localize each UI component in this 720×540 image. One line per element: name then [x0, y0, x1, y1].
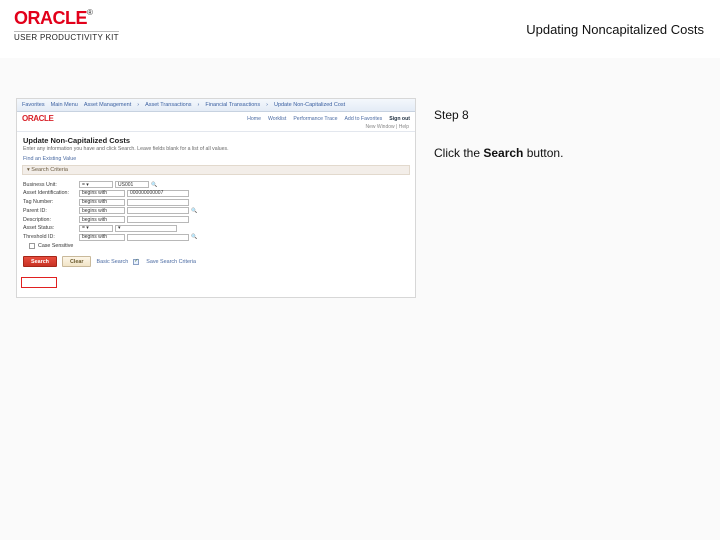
lookup-icon[interactable]: 🔍 — [191, 208, 197, 214]
field-row-description: Description: begins with — [23, 216, 409, 223]
field-row-tag-number: Tag Number: begins with — [23, 199, 409, 206]
find-existing-link[interactable]: Find an Existing Value — [17, 155, 82, 165]
doc-header: ORACLE® USER PRODUCTIVITY KIT Updating N… — [0, 0, 720, 58]
input-business-unit[interactable]: US001 — [115, 181, 149, 188]
input-tag-number[interactable] — [127, 199, 189, 206]
breadcrumb-item[interactable]: Asset Transactions — [145, 102, 191, 108]
lookup-icon[interactable]: 🔍 — [151, 182, 157, 188]
label-business-unit: Business Unit: — [23, 182, 79, 188]
input-asset-id[interactable]: 000000000007 — [127, 190, 189, 197]
checkbox-case-sensitive[interactable]: Case Sensitive — [29, 243, 73, 249]
field-row-business-unit: Business Unit: = ▾ US001 🔍 — [23, 181, 409, 188]
search-button[interactable]: Search — [23, 256, 57, 267]
op-asset-id[interactable]: begins with — [79, 190, 125, 197]
op-threshold-id[interactable]: begins with — [79, 234, 125, 241]
op-business-unit[interactable]: = ▾ — [79, 181, 113, 188]
basic-search-link[interactable]: Basic Search — [96, 259, 128, 265]
app-page-title: Update Non-Capitalized Costs — [17, 132, 415, 146]
search-form: Business Unit: = ▾ US001 🔍 Asset Identif… — [17, 179, 415, 252]
top-link-worklist[interactable]: Worklist — [268, 116, 286, 122]
breadcrumb-item[interactable]: Main Menu — [51, 102, 78, 108]
label-description: Description: — [23, 217, 79, 223]
instruction-panel: Step 8 Click the Search button. — [434, 98, 563, 162]
input-threshold-id[interactable] — [127, 234, 189, 241]
app-header-bar: ORACLE Home Worklist Performance Trace A… — [17, 112, 415, 123]
trademark-symbol: ® — [87, 8, 93, 17]
instruction-suffix: button. — [523, 146, 563, 160]
product-line-label: USER PRODUCTIVITY KIT — [14, 31, 119, 42]
op-asset-status[interactable]: = ▾ — [79, 225, 113, 232]
breadcrumb-item[interactable]: Update Non-Capitalized Cost — [274, 102, 345, 108]
content-row: Favorites Main Menu Asset Management › A… — [0, 98, 720, 298]
label-threshold-id: Threshold ID: — [23, 234, 79, 240]
breadcrumb-item[interactable]: Financial Transactions — [205, 102, 260, 108]
label-asset-status: Asset Status: — [23, 225, 79, 231]
signout-link[interactable]: Sign out — [389, 116, 410, 122]
breadcrumb-item[interactable]: Favorites — [22, 102, 45, 108]
form-actions: Search Clear Basic Search Save Search Cr… — [17, 252, 415, 271]
clear-button[interactable]: Clear — [62, 256, 92, 267]
op-parent-id[interactable]: begins with — [79, 207, 125, 214]
field-row-threshold-id: Threshold ID: begins with 🔍 — [23, 234, 409, 241]
input-description[interactable] — [127, 216, 189, 223]
instruction-text: Click the Search button. — [434, 144, 563, 162]
label-parent-id: Parent ID: — [23, 208, 79, 214]
op-description[interactable]: begins with — [79, 216, 125, 223]
label-case-sensitive: Case Sensitive — [38, 243, 73, 249]
label-asset-id: Asset Identification: — [23, 190, 79, 196]
breadcrumb-item[interactable]: Asset Management — [84, 102, 131, 108]
label-tag-number: Tag Number: — [23, 199, 79, 205]
app-logo: ORACLE — [22, 114, 53, 123]
top-link-favorites[interactable]: Add to Favorites — [344, 116, 382, 122]
field-row-parent-id: Parent ID: begins with 🔍 — [23, 207, 409, 214]
search-criteria-header[interactable]: ▾ Search Criteria — [22, 165, 410, 175]
field-row-asset-id: Asset Identification: begins with 000000… — [23, 190, 409, 197]
lookup-icon[interactable]: 🔍 — [191, 234, 197, 240]
window-help-bar[interactable]: New Window | Help — [17, 123, 415, 132]
save-search-criteria-link[interactable]: Save Search Criteria — [146, 259, 196, 265]
top-link-home[interactable]: Home — [247, 116, 261, 122]
oracle-logo: ORACLE® USER PRODUCTIVITY KIT — [14, 8, 119, 42]
document-title: Updating Noncapitalized Costs — [526, 22, 704, 37]
input-asset-status[interactable]: ▾ — [115, 225, 177, 232]
field-row-case-sensitive: Case Sensitive — [23, 243, 409, 249]
app-screenshot: Favorites Main Menu Asset Management › A… — [16, 98, 416, 298]
highlight-box — [21, 277, 57, 288]
app-top-links: Home Worklist Performance Trace Add to F… — [247, 116, 410, 122]
app-page-subtitle: Enter any information you have and click… — [17, 146, 415, 155]
breadcrumb-bar: Favorites Main Menu Asset Management › A… — [17, 99, 415, 112]
save-criteria-check-icon — [133, 259, 139, 265]
instruction-target: Search — [483, 146, 523, 160]
input-parent-id[interactable] — [127, 207, 189, 214]
top-link-trace[interactable]: Performance Trace — [293, 116, 337, 122]
instruction-prefix: Click the — [434, 146, 483, 160]
op-tag-number[interactable]: begins with — [79, 199, 125, 206]
field-row-asset-status: Asset Status: = ▾ ▾ — [23, 225, 409, 232]
brand-word: ORACLE — [14, 8, 87, 28]
step-number: Step 8 — [434, 106, 563, 124]
